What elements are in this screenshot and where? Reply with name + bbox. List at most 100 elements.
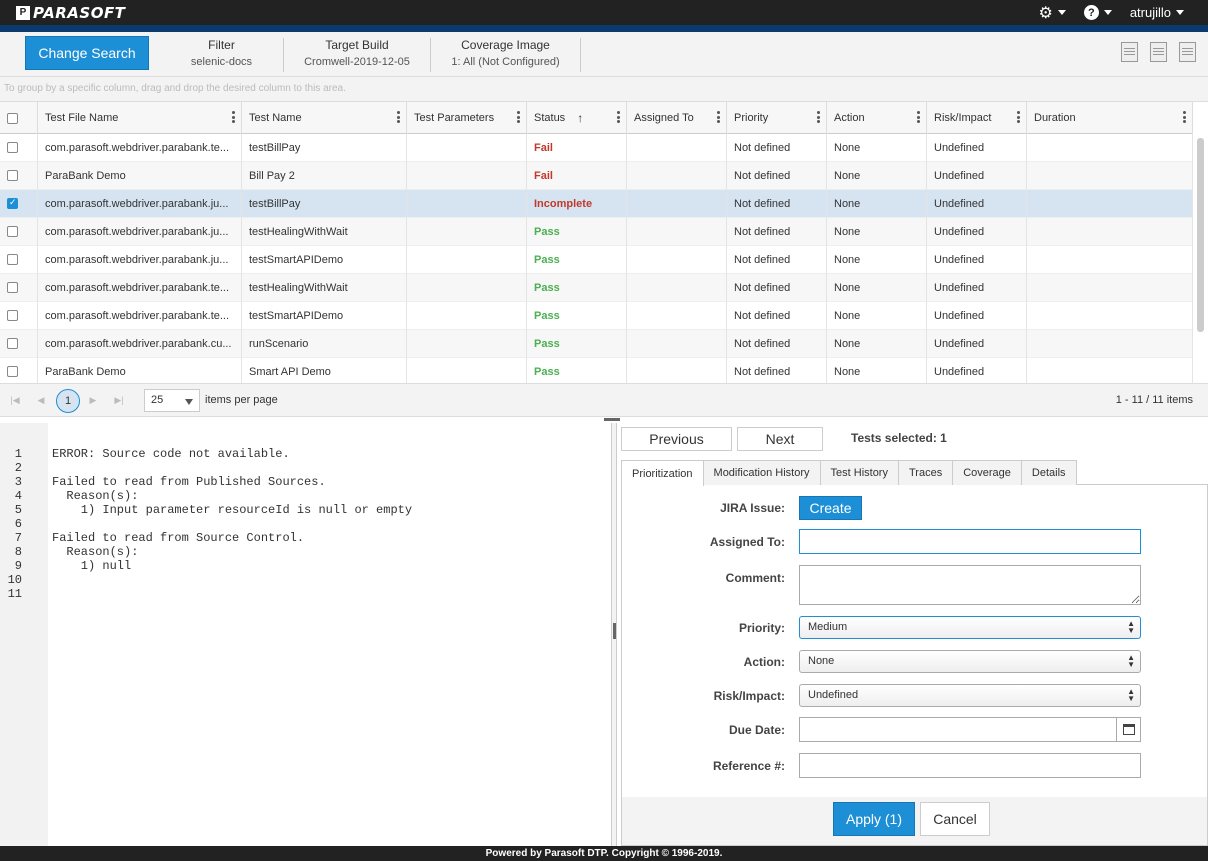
table-row[interactable]: com.parasoft.webdriver.parabank.te... tes… [0, 273, 1193, 302]
cell-action: None [827, 217, 927, 246]
calendar-icon[interactable] [1116, 718, 1140, 741]
column-menu-icon[interactable] [817, 111, 820, 123]
column-header-priority[interactable]: Priority [727, 102, 827, 134]
row-select-cell [0, 133, 38, 162]
tab-test-history[interactable]: Test History [819, 460, 899, 485]
cell-test-file: com.parasoft.webdriver.parabank.cu... [38, 329, 242, 358]
risk-impact-select[interactable]: Undefined ▲ ▼ [799, 684, 1141, 707]
help-menu[interactable]: ? [1083, 5, 1112, 20]
cell-assigned-to [627, 301, 727, 330]
column-header-risk-impact[interactable]: Risk/Impact [927, 102, 1027, 134]
select-arrows-icon: ▲ ▼ [1127, 619, 1135, 635]
grid-scrollbar[interactable] [1197, 138, 1204, 332]
current-page-button[interactable]: 1 [56, 389, 80, 413]
cancel-button[interactable]: Cancel [920, 802, 990, 836]
cell-priority: Not defined [727, 273, 827, 302]
previous-page-icon[interactable]: ◀ [32, 391, 50, 409]
column-menu-icon[interactable] [397, 111, 400, 123]
layout-horizontal-icon[interactable] [1121, 42, 1138, 62]
action-select[interactable]: None ▲ ▼ [799, 650, 1141, 673]
status-badge: Pass [527, 245, 627, 274]
page-footer: Powered by Parasoft DTP. Copyright © 199… [0, 846, 1208, 861]
reference-input[interactable] [799, 753, 1141, 778]
column-menu-icon[interactable] [232, 111, 235, 123]
status-badge: Pass [527, 357, 627, 383]
column-menu-icon[interactable] [517, 111, 520, 123]
row-checkbox[interactable] [7, 282, 18, 293]
page-size-select[interactable]: 25 [144, 389, 200, 412]
gear-icon: ⚙ [1038, 4, 1053, 22]
parasoft-logo[interactable]: P PARASOFT [16, 4, 125, 22]
column-header-action[interactable]: Action [827, 102, 927, 134]
last-page-icon[interactable]: ▶| [110, 391, 128, 409]
table-row[interactable]: com.parasoft.webdriver.parabank.te... tes… [0, 133, 1193, 162]
column-header-test-file[interactable]: Test File Name [38, 102, 242, 134]
source-code-text[interactable]: ERROR: Source code not available. Failed … [52, 423, 607, 846]
cell-action: None [827, 329, 927, 358]
layout-list-icon[interactable] [1150, 42, 1167, 62]
priority-label: Priority: [738, 621, 785, 635]
select-all-checkbox[interactable] [7, 112, 18, 124]
column-menu-icon[interactable] [717, 111, 720, 123]
table-row[interactable]: com.parasoft.webdriver.parabank.ju... tes… [0, 245, 1193, 274]
row-checkbox[interactable] [7, 170, 18, 181]
row-checkbox[interactable] [7, 142, 18, 153]
table-row[interactable]: ParaBank Demo Smart API Demo Pass Not defin… [0, 357, 1193, 383]
column-label: Priority [734, 112, 769, 124]
tab-traces[interactable]: Traces [897, 460, 954, 485]
criteria-coverage-image[interactable]: Coverage Image 1: All (Not Configured) [431, 38, 581, 72]
cell-text: Not defined [734, 225, 791, 238]
column-header-duration[interactable]: Duration [1027, 102, 1193, 134]
table-row[interactable]: com.parasoft.webdriver.parabank.ju... tes… [0, 217, 1193, 246]
column-label: Status [534, 112, 566, 124]
tab-modification-history[interactable]: Modification History [702, 460, 821, 485]
splitter-handle-icon[interactable] [613, 623, 616, 639]
cell-test-name: testHealingWithWait [242, 217, 407, 246]
comment-textarea[interactable] [799, 565, 1141, 605]
row-checkbox[interactable] [7, 254, 18, 265]
tab-coverage[interactable]: Coverage [952, 460, 1022, 485]
column-menu-icon[interactable] [617, 111, 620, 123]
criteria-target-build[interactable]: Target Build Cromwell-2019-12-05 [284, 38, 431, 72]
tab-prioritization[interactable]: Prioritization [621, 460, 704, 486]
table-row[interactable]: com.parasoft.webdriver.parabank.ju... tes… [0, 189, 1193, 218]
criteria-filter[interactable]: Filter selenic-docs [160, 38, 284, 72]
group-by-hint[interactable]: To group by a specific column, drag and … [0, 77, 1208, 102]
cell-text: com.parasoft.webdriver.parabank.te... [45, 141, 230, 154]
table-row[interactable]: com.parasoft.webdriver.parabank.cu... run… [0, 329, 1193, 358]
cell-test-name: testHealingWithWait [242, 273, 407, 302]
apply-button[interactable]: Apply (1) [833, 802, 915, 836]
row-checkbox[interactable] [7, 338, 18, 349]
previous-button[interactable]: Previous [621, 427, 732, 451]
column-menu-icon[interactable] [1183, 111, 1186, 123]
cell-risk-impact: Undefined [927, 217, 1027, 246]
create-jira-button[interactable]: Create [799, 496, 862, 520]
cell-text: Not defined [734, 169, 791, 182]
layout-vertical-icon[interactable] [1179, 42, 1196, 62]
column-label: Test File Name [45, 112, 119, 124]
change-search-button[interactable]: Change Search [25, 36, 149, 70]
row-checkbox[interactable] [7, 226, 18, 237]
settings-menu[interactable]: ⚙ [1038, 3, 1066, 23]
priority-select[interactable]: Medium ▲ ▼ [799, 616, 1141, 639]
next-page-icon[interactable]: ▶ [84, 391, 102, 409]
column-header-status[interactable]: Status ↑ [527, 102, 627, 134]
tab-details[interactable]: Details [1020, 460, 1077, 485]
row-checkbox[interactable] [7, 310, 18, 321]
column-header-assigned-to[interactable]: Assigned To [627, 102, 727, 134]
table-row[interactable]: ParaBank Demo Bill Pay 2 Fail Not defined No… [0, 161, 1193, 190]
column-menu-icon[interactable] [917, 111, 920, 123]
row-checkbox[interactable] [7, 366, 18, 377]
cell-test-name: Smart API Demo [242, 357, 407, 383]
column-menu-icon[interactable] [1017, 111, 1020, 123]
assigned-to-input[interactable] [799, 529, 1141, 554]
due-date-field[interactable] [799, 717, 1141, 742]
next-button[interactable]: Next [737, 427, 823, 451]
column-header-test-name[interactable]: Test Name [242, 102, 407, 134]
column-header-test-parameters[interactable]: Test Parameters [407, 102, 527, 134]
splitter-handle-icon[interactable] [604, 418, 620, 421]
first-page-icon[interactable]: |◀ [6, 391, 24, 409]
table-row[interactable]: com.parasoft.webdriver.parabank.te... tes… [0, 301, 1193, 330]
user-menu[interactable]: atrujillo [1130, 5, 1184, 20]
row-checkbox[interactable] [7, 197, 18, 209]
